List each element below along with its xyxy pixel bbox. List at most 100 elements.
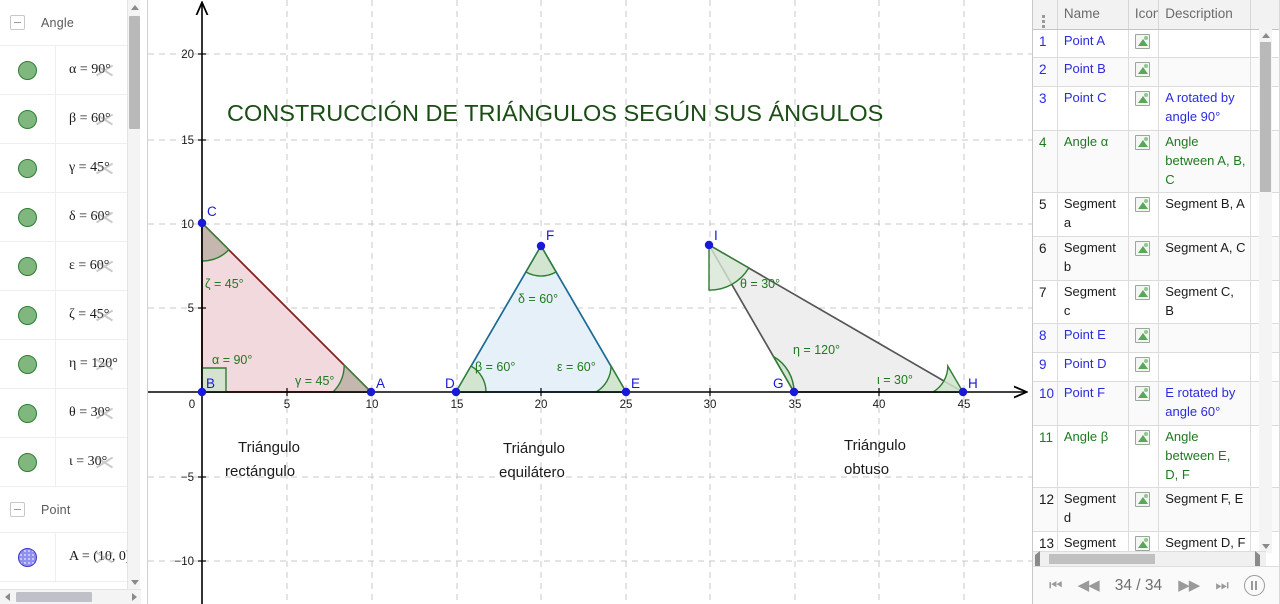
row-name: Segment b <box>1057 236 1129 281</box>
caption-2-line-1: Triángulo <box>503 440 565 457</box>
pause-button[interactable] <box>1243 575 1265 596</box>
scroll-up-arrow-icon[interactable] <box>128 0 141 14</box>
column-header-description[interactable]: Description <box>1158 0 1251 30</box>
table-row[interactable]: 4 Angle α Angle between A, B, C <box>1033 130 1280 194</box>
protocol-horizontal-scrollbar[interactable] <box>1033 551 1266 576</box>
column-header-icon[interactable]: Icon <box>1128 0 1160 30</box>
algebra-horizontal-scrollbar[interactable] <box>0 589 141 604</box>
scroll-up-arrow-icon[interactable] <box>1259 29 1272 42</box>
point-visibility-dot[interactable] <box>18 547 37 567</box>
point-label-H: H <box>968 376 978 391</box>
angle-visibility-dot[interactable] <box>18 305 37 325</box>
next-step-button[interactable]: ▶▶ <box>1178 578 1200 593</box>
algebra-item-epsilon[interactable]: ε = 60° <box>0 242 128 291</box>
scroll-left-arrow-icon[interactable] <box>0 590 14 604</box>
algebra-list: Angle α = 90° β = 60° γ = 45° δ = 60° ε … <box>0 0 128 589</box>
table-row[interactable]: 9 Point D <box>1033 352 1280 383</box>
algebra-item-eta[interactable]: η = 120° <box>0 340 128 389</box>
visibility-toggle-cell[interactable] <box>0 193 56 241</box>
column-header-drag-handle[interactable] <box>1033 0 1058 30</box>
row-icon-cell <box>1128 57 1160 88</box>
x-tick: 10 <box>366 399 379 411</box>
visibility-toggle-cell[interactable] <box>0 144 56 192</box>
algebra-group-header-point[interactable]: Point <box>0 487 128 533</box>
table-row[interactable]: 1 Point A <box>1033 29 1280 59</box>
table-row[interactable]: 11 Angle β Angle between E, D, F <box>1033 425 1280 489</box>
row-description <box>1158 29 1251 59</box>
angle-visibility-dot[interactable] <box>18 60 37 80</box>
column-header-name[interactable]: Name <box>1057 0 1129 30</box>
point-H[interactable] <box>958 387 968 397</box>
angle-visibility-dot[interactable] <box>18 158 37 178</box>
table-row[interactable]: 12 Segment d Segment F, E <box>1033 487 1280 533</box>
point-F[interactable] <box>536 241 546 251</box>
drag-handle-icon[interactable] <box>1042 15 1045 19</box>
visibility-toggle-cell[interactable] <box>0 340 56 388</box>
point-C[interactable] <box>197 218 207 228</box>
algebra-scroll-thumb[interactable] <box>129 16 140 129</box>
table-row[interactable]: 2 Point B <box>1033 57 1280 88</box>
graphics-view[interactable]: 0 5 10 15 20 25 30 35 40 45 20 15 10 5 −… <box>148 0 1032 604</box>
table-row[interactable]: 8 Point E <box>1033 323 1280 354</box>
row-name: Point A <box>1057 29 1129 59</box>
angle-label-delta: δ = 60° <box>518 292 558 306</box>
point-E[interactable] <box>621 387 631 397</box>
collapse-minus-icon[interactable] <box>10 15 25 30</box>
visibility-toggle-cell[interactable] <box>0 533 56 581</box>
visibility-toggle-cell[interactable] <box>0 291 56 339</box>
point-A[interactable] <box>366 387 376 397</box>
algebra-item-delta[interactable]: δ = 60° <box>0 193 128 242</box>
point-G[interactable] <box>789 387 799 397</box>
triangle-obtuse[interactable] <box>706 242 967 395</box>
algebra-group-header-angle[interactable]: Angle <box>0 0 128 46</box>
protocol-scroll-thumb[interactable] <box>1260 42 1271 192</box>
algebra-item-zeta[interactable]: ζ = 45° <box>0 291 128 340</box>
go-to-last-button[interactable]: ⏭ <box>1215 578 1228 593</box>
algebra-item-theta[interactable]: θ = 30° <box>0 389 128 438</box>
algebra-item-alpha[interactable]: α = 90° <box>0 46 128 95</box>
row-description <box>1158 57 1251 88</box>
angle-visibility-dot[interactable] <box>18 354 37 374</box>
algebra-item-gamma[interactable]: γ = 45° <box>0 144 128 193</box>
visibility-toggle-cell[interactable] <box>0 438 56 486</box>
visibility-toggle-cell[interactable] <box>0 46 56 94</box>
table-row[interactable]: 10 Point F E rotated by angle 60° <box>1033 381 1280 426</box>
angle-label-iota: ι = 30° <box>877 373 913 387</box>
table-row[interactable]: 7 Segment c Segment C, B <box>1033 280 1280 325</box>
protocol-hscroll-thumb[interactable] <box>1049 554 1155 564</box>
graphics-canvas[interactable]: 0 5 10 15 20 25 30 35 40 45 20 15 10 5 −… <box>148 0 1032 604</box>
table-row[interactable]: 3 Point C A rotated by angle 90° <box>1033 86 1280 131</box>
algebra-hscroll-thumb[interactable] <box>16 592 92 602</box>
angle-visibility-dot[interactable] <box>18 207 37 227</box>
row-name: Point B <box>1057 57 1129 88</box>
angle-visibility-dot[interactable] <box>18 256 37 276</box>
scroll-right-arrow-icon[interactable] <box>127 590 141 604</box>
angle-visibility-dot[interactable] <box>18 452 37 472</box>
algebra-item-label: ι = 30° <box>69 454 108 469</box>
algebra-item-iota[interactable]: ι = 30° <box>0 438 128 487</box>
angle-visibility-dot[interactable] <box>18 109 37 129</box>
point-I[interactable] <box>704 240 714 250</box>
row-icon-cell <box>1128 323 1160 354</box>
previous-step-button[interactable]: ◀◀ <box>1078 578 1100 593</box>
collapse-minus-icon[interactable] <box>10 502 25 517</box>
column-header-extra[interactable] <box>1250 0 1280 30</box>
visibility-toggle-cell[interactable] <box>0 95 56 143</box>
visibility-toggle-cell[interactable] <box>0 242 56 290</box>
table-row[interactable]: 5 Segment a Segment B, A <box>1033 192 1280 238</box>
row-name: Point C <box>1057 86 1129 131</box>
algebra-item-beta[interactable]: β = 60° <box>0 95 128 144</box>
table-row[interactable]: 6 Segment b Segment A, C <box>1033 236 1280 281</box>
algebra-item-point-a[interactable]: A = (10, 0) <box>0 533 128 582</box>
visibility-toggle-cell[interactable] <box>0 389 56 437</box>
point-B[interactable] <box>197 387 207 397</box>
row-name: Point E <box>1057 323 1129 354</box>
angle-visibility-dot[interactable] <box>18 403 37 423</box>
go-to-first-button[interactable]: ⏮ <box>1049 578 1062 593</box>
row-number: 7 <box>1033 280 1058 325</box>
algebra-vertical-scrollbar[interactable] <box>127 0 140 589</box>
row-icon-cell <box>1128 487 1160 533</box>
scroll-down-arrow-icon[interactable] <box>128 575 141 589</box>
row-description: Segment C, B <box>1158 280 1251 325</box>
protocol-vertical-scrollbar[interactable] <box>1259 29 1272 553</box>
